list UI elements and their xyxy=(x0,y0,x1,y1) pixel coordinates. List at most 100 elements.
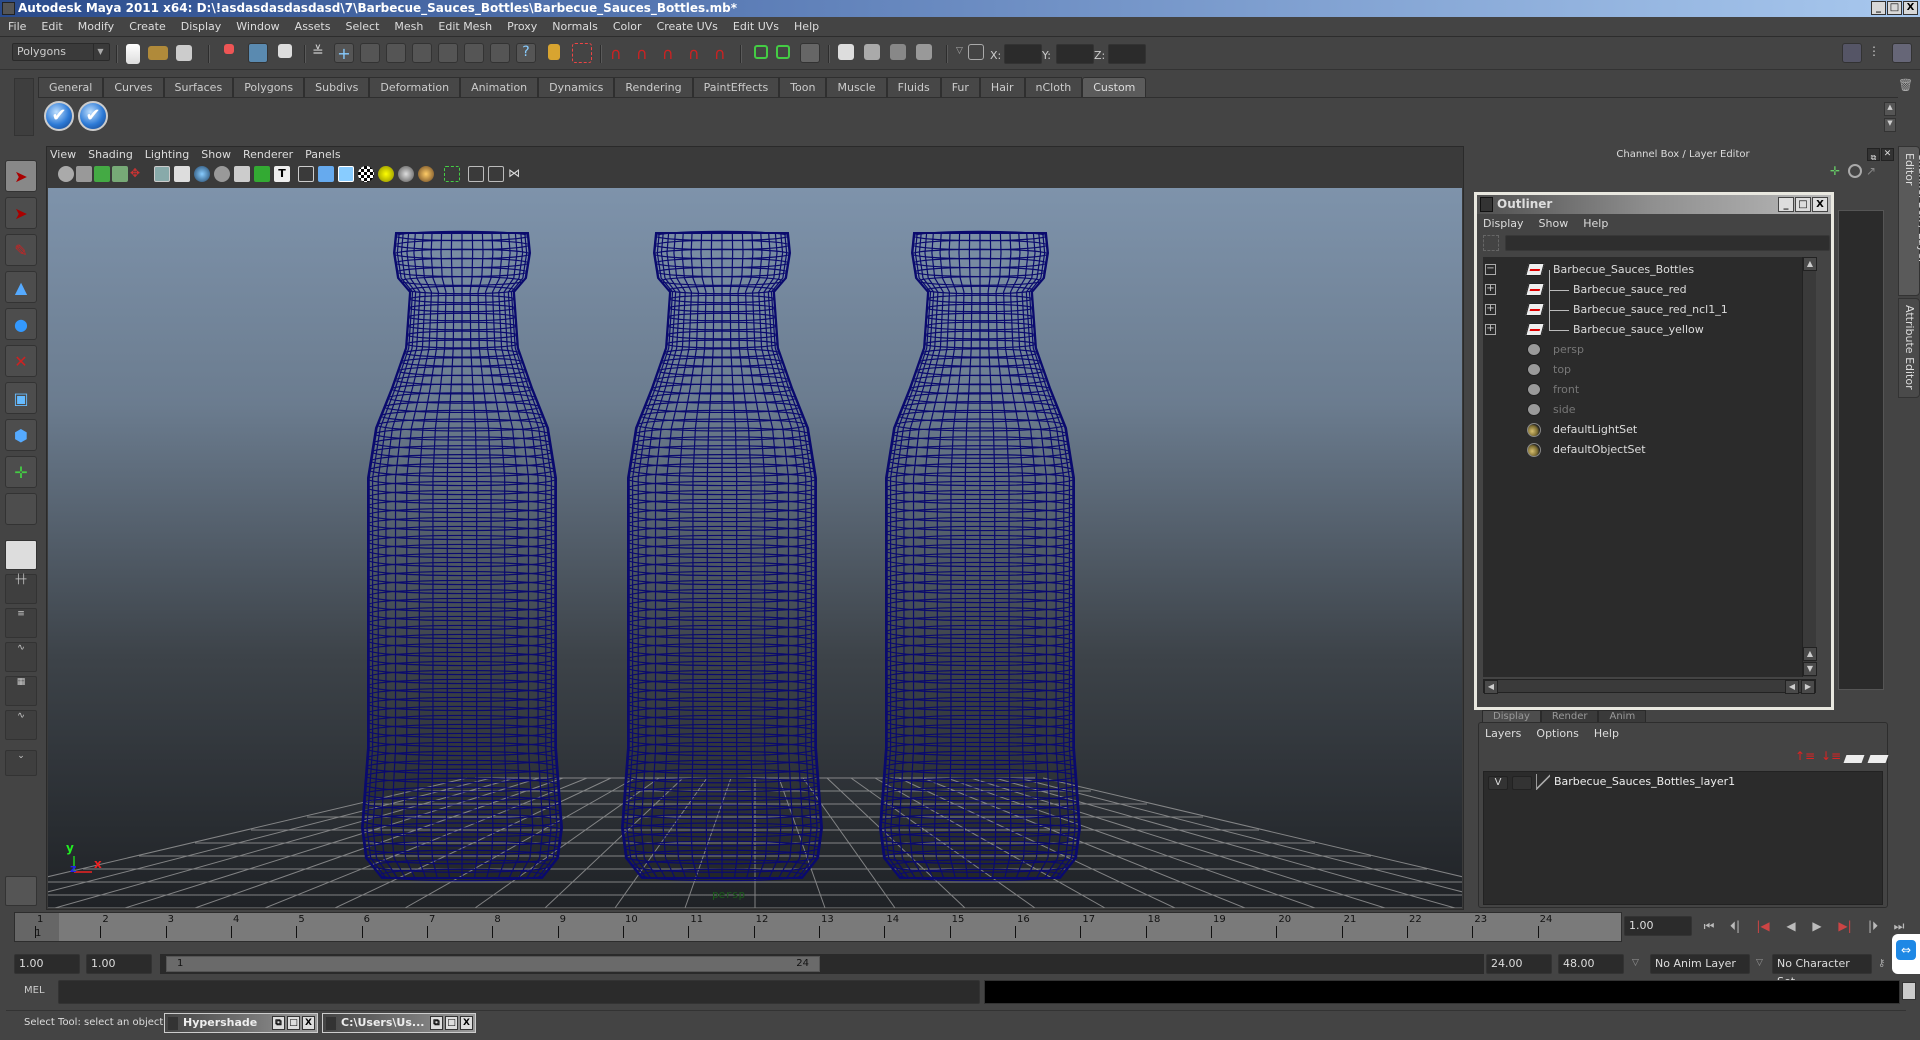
go-to-end-icon[interactable]: ⏭ xyxy=(1890,919,1908,935)
tool-settings-toggle-icon[interactable]: ⋮ xyxy=(1868,44,1888,64)
pick-curves-icon[interactable] xyxy=(386,43,406,63)
outliner-title-bar[interactable]: Outliner _ □ X xyxy=(1477,195,1831,214)
outliner-maximize-button[interactable]: □ xyxy=(1795,197,1811,212)
film-gate-icon[interactable] xyxy=(174,166,190,182)
move-tool-icon[interactable]: ▲ xyxy=(5,271,37,303)
panel-menu-show[interactable]: Show xyxy=(201,148,231,164)
shelf-tab-general[interactable]: General xyxy=(38,77,104,97)
layer-menu-layers[interactable]: Layers xyxy=(1485,727,1521,740)
character-set-dropdown[interactable]: No Character Set xyxy=(1772,954,1872,988)
step-back-frame-icon[interactable]: |◀ xyxy=(1754,919,1772,935)
menu-select[interactable]: Select xyxy=(345,20,379,33)
remote-assist-widget[interactable]: ⇔ xyxy=(1892,934,1920,974)
shelf-tab-deformation[interactable]: Deformation xyxy=(369,77,461,97)
panel-menu-renderer[interactable]: Renderer xyxy=(243,148,293,164)
pick-dynamics-icon[interactable] xyxy=(464,43,484,63)
menu-assets[interactable]: Assets xyxy=(295,20,331,33)
anim-layer-dropdown[interactable]: No Anim Layer xyxy=(1650,954,1750,974)
create-empty-layer-icon[interactable] xyxy=(1843,755,1865,763)
paint-select-tool-icon[interactable]: ✎ xyxy=(5,234,37,266)
attribute-editor-toggle-icon[interactable] xyxy=(1842,43,1862,63)
menu-window[interactable]: Window xyxy=(236,20,279,33)
script-editor-icon[interactable] xyxy=(1902,982,1916,1000)
shadows-icon[interactable] xyxy=(398,166,414,182)
outliner-item[interactable]: side xyxy=(1483,401,1813,419)
menu-help[interactable]: Help xyxy=(794,20,819,33)
outliner-item[interactable]: + Barbecue_sauce_yellow xyxy=(1483,321,1813,339)
highlight-selection-icon[interactable] xyxy=(572,43,592,63)
absolute-transform-icon[interactable] xyxy=(968,44,984,60)
z-field[interactable] xyxy=(1108,44,1146,64)
menu-color[interactable]: Color xyxy=(613,20,642,33)
channel-speed-icon[interactable] xyxy=(1848,164,1862,178)
outliner-filter-input[interactable] xyxy=(1505,235,1830,251)
soft-modification-icon[interactable]: ⬢ xyxy=(5,419,37,451)
command-language-label[interactable]: MEL xyxy=(24,985,45,996)
playback-start-field[interactable]: 1.00 xyxy=(86,954,152,974)
close-icon[interactable]: X xyxy=(302,1016,315,1030)
field-chart-icon[interactable] xyxy=(234,166,250,182)
outliner-horizontal-scrollbar[interactable]: ◀ ◀ ▶ xyxy=(1483,679,1816,694)
move-layer-down-icon[interactable]: ↓≡ xyxy=(1821,749,1841,765)
persp-outliner-layout-icon[interactable]: ≡ xyxy=(5,608,37,638)
scroll-left-arrow[interactable]: ◀ xyxy=(1484,680,1498,694)
current-time-field[interactable]: 1.00 xyxy=(1624,916,1692,936)
outliner-minimize-button[interactable]: _ xyxy=(1778,197,1794,212)
move-layer-up-icon[interactable]: ↑≡ xyxy=(1795,749,1815,765)
shelf-button-check-1[interactable]: ✔ xyxy=(44,101,74,131)
menu-file[interactable]: File xyxy=(8,20,26,33)
outliner-item[interactable]: persp xyxy=(1483,341,1813,359)
restore-icon[interactable]: ⧉ xyxy=(430,1016,443,1030)
snap-point-icon[interactable]: ∩ xyxy=(662,44,682,64)
shelf-tab-curves[interactable]: Curves xyxy=(103,77,164,97)
shelf-tab-animation[interactable]: Animation xyxy=(460,77,539,97)
render-settings-icon[interactable] xyxy=(916,44,932,60)
xray-joints-icon[interactable] xyxy=(488,166,504,182)
menu-edit-uvs[interactable]: Edit UVs xyxy=(733,20,779,33)
animation-end-field[interactable]: 48.00 xyxy=(1558,954,1624,974)
menu-edit[interactable]: Edit xyxy=(41,20,62,33)
layer-menu-options[interactable]: Options xyxy=(1536,727,1578,740)
pick-misc-icon[interactable]: ? xyxy=(516,43,536,63)
select-tool-icon[interactable]: ➤ xyxy=(5,160,37,192)
layout-dropdown-icon[interactable]: ⌄ xyxy=(5,750,37,776)
shelf-tab-fur[interactable]: Fur xyxy=(940,77,980,97)
animation-start-field[interactable]: 1.00 xyxy=(14,954,80,974)
menu-mesh[interactable]: Mesh xyxy=(394,20,423,33)
xray-components-icon[interactable]: ⋈ xyxy=(508,166,524,182)
play-backwards-icon[interactable]: ◀ xyxy=(1782,919,1800,935)
minimized-window-hypershade[interactable]: Hypershade ⧉ □ X xyxy=(164,1013,318,1033)
render-current-icon[interactable] xyxy=(864,44,880,60)
shelf-tab-muscle[interactable]: Muscle xyxy=(826,77,887,97)
anim-layer-dropdown-arrow[interactable]: ▽ xyxy=(1632,958,1639,968)
snap-grid-icon[interactable]: ∩ xyxy=(610,44,630,64)
shelf-tab-surfaces[interactable]: Surfaces xyxy=(163,77,234,97)
close-button[interactable]: X xyxy=(1903,1,1918,15)
isolate-select-icon[interactable] xyxy=(444,166,460,182)
persp-graph-hypergraph-layout-icon[interactable]: ∿ xyxy=(5,710,37,740)
layer-row[interactable]: V Barbecue_Sauces_Bottles_layer1 xyxy=(1484,774,1882,794)
outliner-item[interactable]: top xyxy=(1483,361,1813,379)
minimized-window-script[interactable]: C:\Users\Us... ⧉ □ X xyxy=(322,1013,476,1033)
save-scene-icon[interactable] xyxy=(176,45,192,61)
playback-end-field[interactable]: 24.00 xyxy=(1486,954,1552,974)
scroll-left-arrow[interactable]: ◀ xyxy=(1785,680,1799,694)
show-manipulator-icon[interactable]: ✛ xyxy=(5,456,37,488)
maximize-icon[interactable]: □ xyxy=(445,1016,458,1030)
menu-create[interactable]: Create xyxy=(129,20,166,33)
construction-history-icon[interactable] xyxy=(800,43,820,63)
channel-manip-icon[interactable]: ↗ xyxy=(1866,164,1880,178)
menu-display[interactable]: Display xyxy=(181,20,222,33)
input-ops-icon[interactable] xyxy=(754,45,768,59)
pick-joints-icon[interactable] xyxy=(360,43,380,63)
shelf-tab-painteffects[interactable]: PaintEffects xyxy=(692,77,780,97)
restore-icon[interactable]: ⧉ xyxy=(272,1016,285,1030)
wireframe-icon[interactable] xyxy=(298,166,314,182)
smooth-shade-icon[interactable] xyxy=(318,166,334,182)
wireframe-on-shaded-icon[interactable] xyxy=(338,166,354,182)
menu-proxy[interactable]: Proxy xyxy=(507,20,537,33)
layer-menu-help[interactable]: Help xyxy=(1594,727,1619,740)
float-panel-icon[interactable]: ⧉ xyxy=(1867,148,1880,162)
panel-menu-lighting[interactable]: Lighting xyxy=(145,148,189,164)
shelf-tab-rendering[interactable]: Rendering xyxy=(614,77,693,97)
